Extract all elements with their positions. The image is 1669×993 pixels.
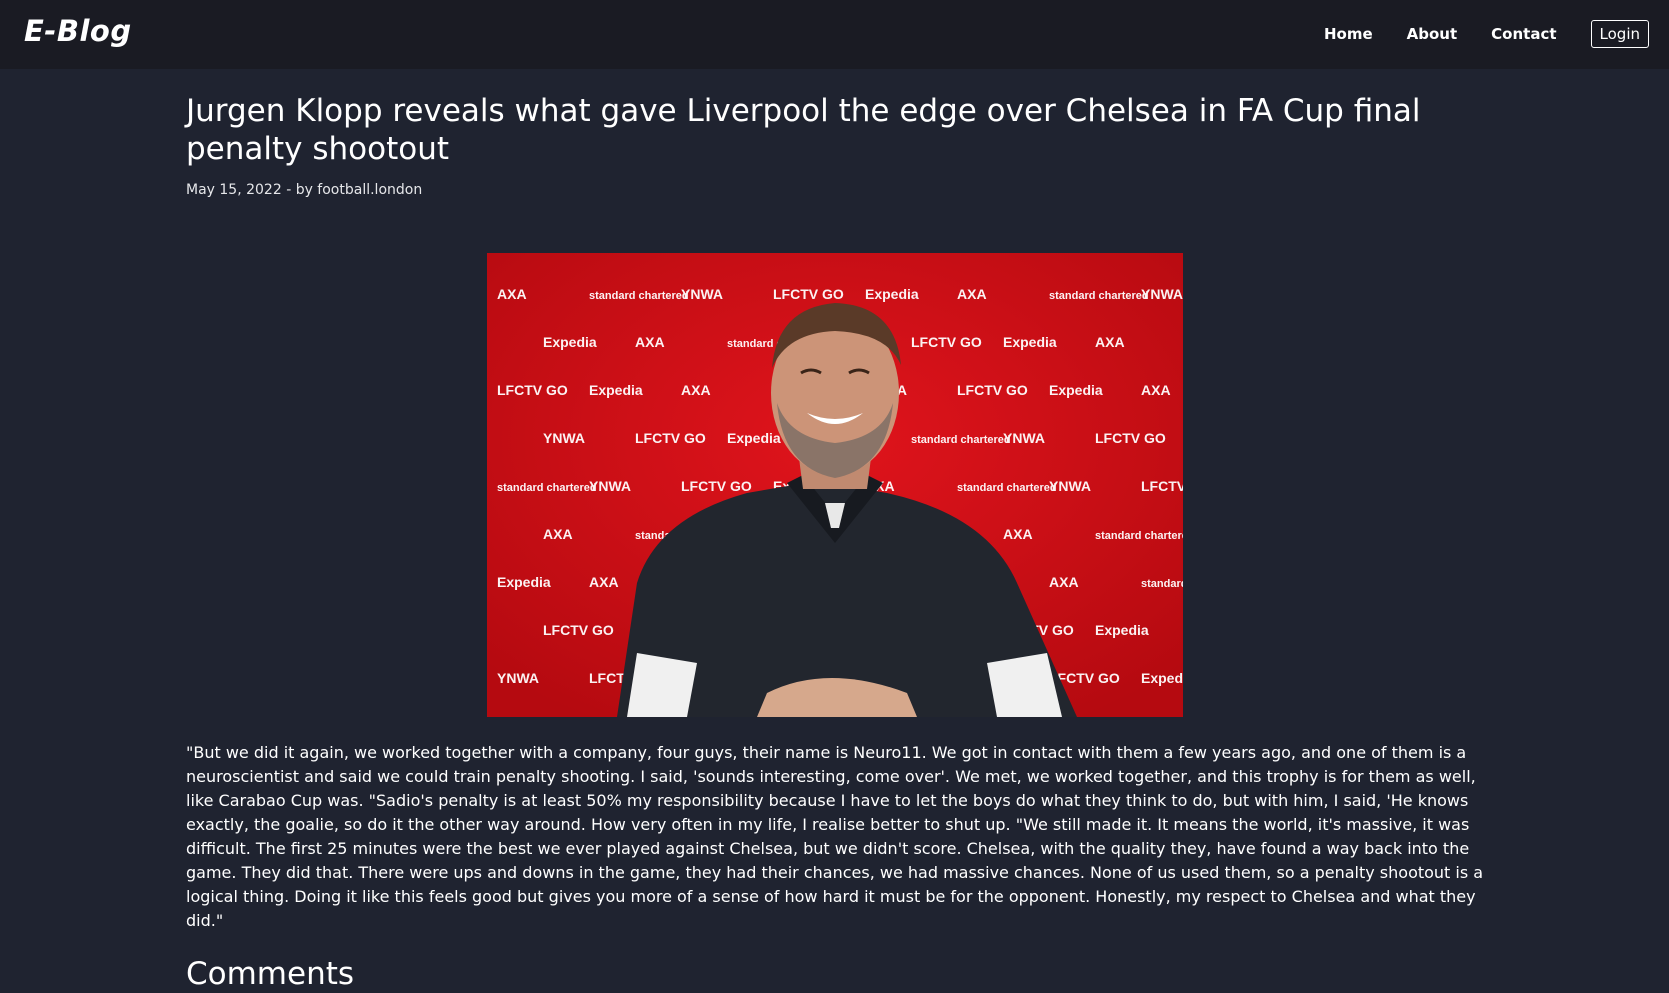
backdrop-logo-text: LFCTV GO — [497, 382, 568, 398]
backdrop-logo-text: YNWA — [543, 430, 585, 446]
backdrop-logo-text: LFCTV GO — [1095, 430, 1166, 446]
backdrop-logo-text: YNWA — [681, 286, 723, 302]
article-title: Jurgen Klopp reveals what gave Liverpool… — [186, 93, 1421, 167]
backdrop-logo-text: Expedia — [865, 286, 919, 302]
nav-link-about[interactable]: About — [1407, 25, 1458, 43]
backdrop-logo-text: Expedia — [727, 430, 781, 446]
backdrop-logo-text: YNWA — [589, 478, 631, 494]
backdrop-logo-text: AXA — [1141, 382, 1171, 398]
backdrop-logo-text: Expedia — [1095, 622, 1149, 638]
navbar: E-Blog Home About Contact Login — [0, 0, 1669, 69]
article-body: "But we did it again, we worked together… — [186, 743, 1484, 930]
nav-link-contact[interactable]: Contact — [1491, 25, 1556, 43]
article-hero-image: AXA standard chartered YNWA LFCTV GO Expedia… — [487, 253, 1183, 717]
backdrop-logo-text: AXA — [543, 526, 573, 542]
backdrop-logo-text: LFCTV GO — [635, 430, 706, 446]
backdrop-logo-text: YNWA — [1003, 430, 1045, 446]
hero-photo: AXA standard charteredYNWA LFCTV GO Expedia… — [487, 253, 1183, 717]
backdrop-logo-text: AXA — [681, 382, 711, 398]
backdrop-logo-text: standard chartered — [497, 482, 597, 494]
article-header: Jurgen Klopp reveals what gave Liverpool… — [186, 92, 1486, 198]
backdrop-logo-text: AXA — [1049, 574, 1079, 590]
backdrop-logo-text: Expedia — [543, 334, 597, 350]
backdrop-logo-text: standard chartered — [589, 290, 689, 302]
backdrop-logo-text: AXA — [635, 334, 665, 350]
backdrop-logo-text: LFCTV GO — [1141, 478, 1183, 494]
backdrop-logo-text: standard chartered — [1095, 530, 1183, 542]
backdrop-logo-text: LFCTV GO — [773, 286, 844, 302]
backdrop-logo-text: Expedia — [589, 382, 643, 398]
backdrop-logo-text: AXA — [589, 574, 619, 590]
backdrop-logo-text: AXA — [1095, 334, 1125, 350]
backdrop-logo-text: standard chartered — [1049, 290, 1149, 302]
backdrop-logo-text: YNWA — [1049, 478, 1091, 494]
backdrop-logo-text: Expedia — [1049, 382, 1103, 398]
nav-links: Home About Contact Login — [1324, 18, 1649, 50]
backdrop-logo-text: YNWA — [1141, 286, 1183, 302]
backdrop-logo-text: LFCTV GO — [911, 334, 982, 350]
brand-logo[interactable]: E-Blog — [24, 14, 132, 48]
backdrop-logo-text: Expedia — [497, 574, 551, 590]
backdrop-logo-text: AXA — [497, 286, 527, 302]
backdrop-logo-text: AXA — [957, 286, 987, 302]
backdrop-logo-text: YNWA — [497, 670, 539, 686]
backdrop-logo-text: AXA — [1003, 526, 1033, 542]
backdrop-logo-text: Expedia — [1003, 334, 1057, 350]
backdrop-logo-text: standard chartered — [957, 482, 1057, 494]
backdrop-logo-text: standard chartered — [911, 434, 1011, 446]
login-button[interactable]: Login — [1590, 20, 1649, 48]
comments-heading: Comments — [186, 956, 355, 992]
backdrop-logo-text: LFCTV GO — [543, 622, 614, 638]
backdrop-logo-text: Expedia — [1141, 670, 1183, 686]
backdrop-logo-text: standard chartered — [1141, 578, 1183, 590]
backdrop-logo-text: LFCTV GO — [957, 382, 1028, 398]
article-meta: May 15, 2022 - by football.london — [186, 182, 423, 198]
backdrop-logo-text: LFCTV GO — [681, 478, 752, 494]
nav-link-home[interactable]: Home — [1324, 25, 1373, 43]
